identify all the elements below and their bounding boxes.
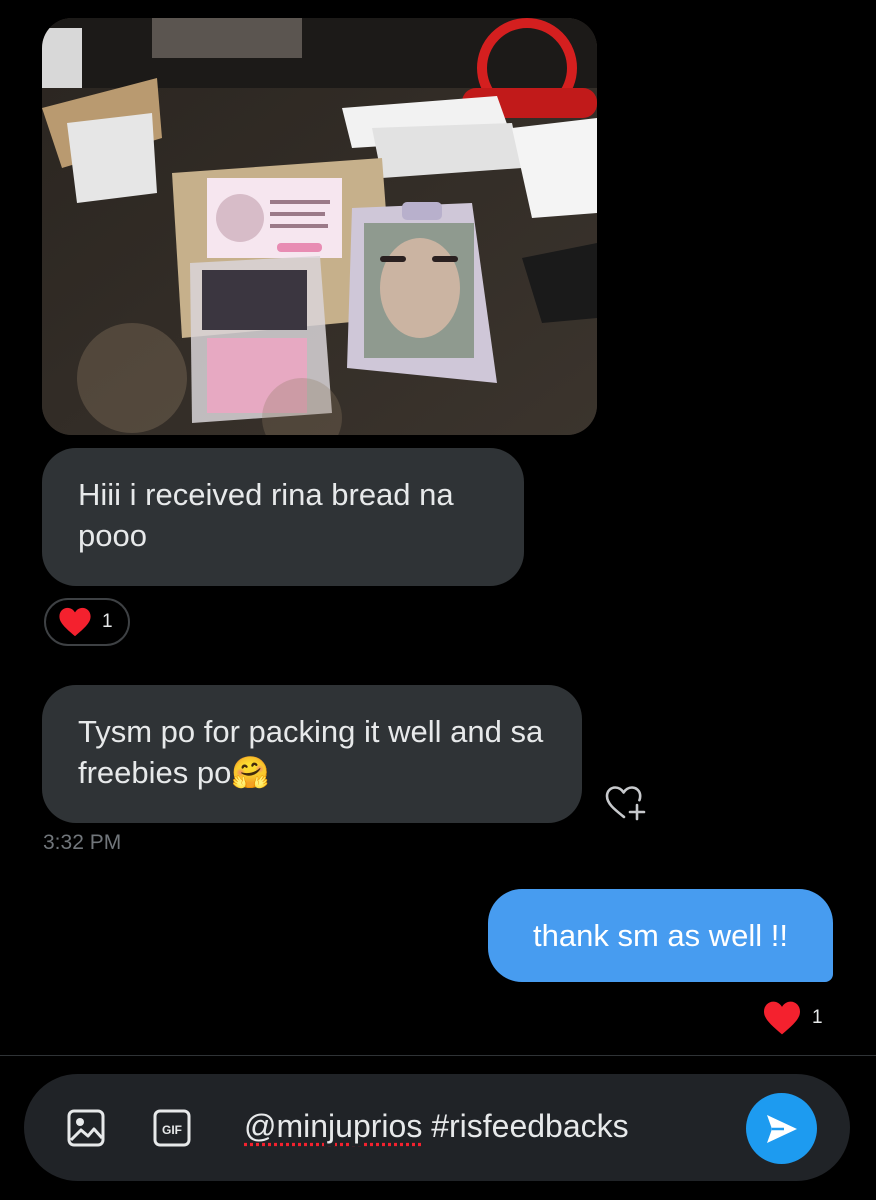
message-bubble-sent[interactable]: thank sm as well !! [488,889,833,982]
heart-plus-icon[interactable] [604,783,648,823]
reaction-pill[interactable]: 1 [44,598,130,646]
message-input[interactable]: @minjuprios #risfeedbacks [244,1108,629,1145]
message-bubble-received[interactable]: Hiii i received rina bread na pooo [42,448,524,586]
message-timestamp: 3:32 PM [43,831,122,854]
send-button[interactable] [746,1093,817,1164]
image-icon[interactable] [66,1108,106,1148]
heart-icon [764,1001,800,1035]
photo-content [42,18,597,435]
send-icon [766,1114,797,1143]
reaction-count: 1 [812,1007,823,1028]
reaction-count: 1 [102,611,113,632]
message-bubble-received[interactable]: Tysm po for packing it well and sa freeb… [42,685,582,823]
reaction-pill[interactable]: 1 [762,1000,823,1036]
draft-text: #risfeedbacks [422,1108,629,1144]
gif-icon[interactable]: GIF [152,1108,192,1148]
composer-divider [0,1055,876,1056]
draft-mention: @minjuprios [244,1108,423,1144]
message-text: thank sm as well !! [533,918,788,953]
heart-icon [59,607,91,637]
message-text: Hiii i received rina bread na pooo [78,477,454,553]
image-attachment[interactable] [42,18,597,435]
message-composer: GIF @minjuprios #risfeedbacks [24,1074,850,1181]
message-text: Tysm po for packing it well and sa freeb… [78,714,544,790]
gif-label: GIF [162,1123,182,1137]
